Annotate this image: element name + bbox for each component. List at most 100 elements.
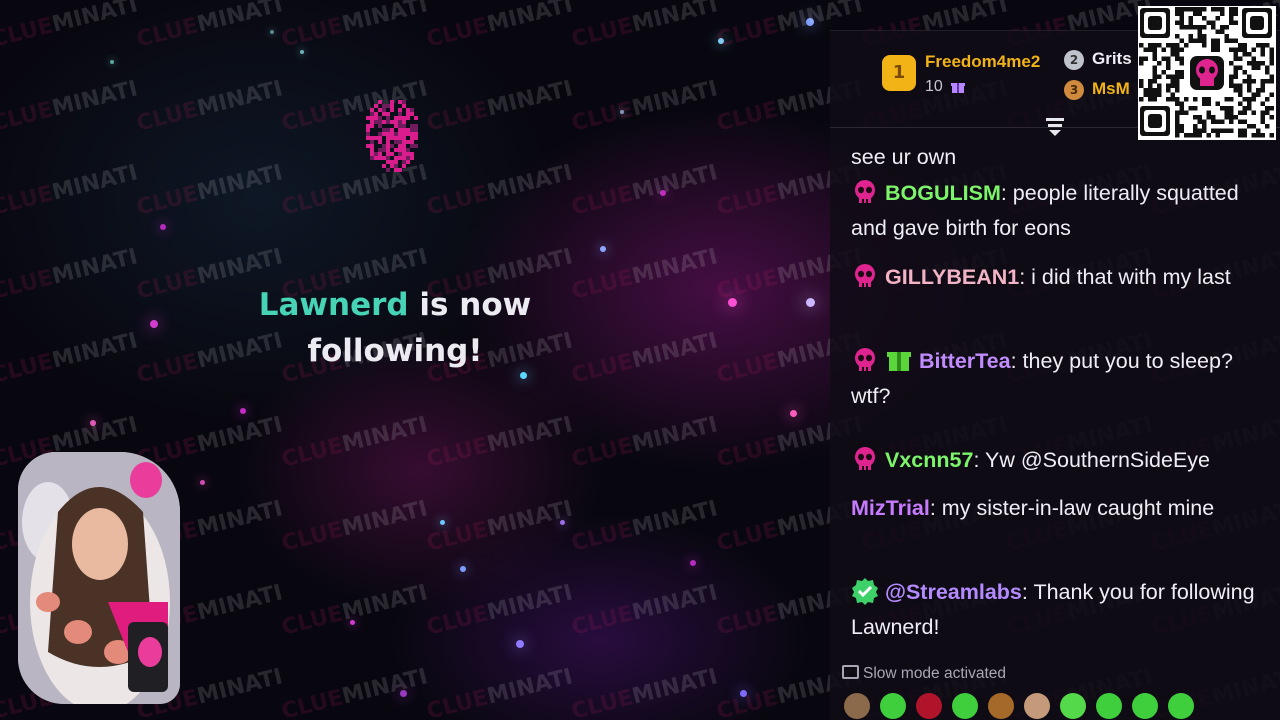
particle	[350, 620, 355, 625]
rank-3-badge: 3	[1064, 80, 1084, 100]
follower-name: Lawnerd	[258, 287, 409, 323]
watermark-tile: CLUEMINATI	[424, 0, 576, 53]
chat-username[interactable]: BitterTea	[919, 349, 1011, 373]
particle	[728, 298, 737, 307]
chat-username[interactable]: Vxcnn57	[885, 448, 973, 472]
chat-message: Vxcnn57: Yw @SouthernSideEye	[851, 443, 1256, 478]
skull-badge-icon	[851, 346, 879, 374]
leaderboard-third-name[interactable]: MsM	[1092, 79, 1130, 99]
watermark-tile: CLUEMINATI	[569, 244, 721, 305]
chat-message: BitterTea: they put you to sleep? wtf?	[851, 344, 1256, 414]
watermark-tile: CLUEMINATI	[569, 664, 721, 720]
alert-text-line2: following!	[307, 333, 483, 369]
watermark-tile: CLUEMINATI	[279, 580, 431, 641]
particle	[150, 320, 158, 328]
gift-sub-icon	[885, 346, 913, 374]
chat-message: BOGULISM: people literally squatted and …	[851, 176, 1256, 246]
particle	[806, 298, 815, 307]
chat-username[interactable]: BOGULISM	[885, 181, 1001, 205]
watermark-tile: CLUEMINATI	[569, 496, 721, 557]
chat-text: : my sister-in-law caught mine	[929, 496, 1215, 520]
watermark-tile: CLUEMINATI	[569, 580, 721, 641]
webcam-feed	[18, 452, 180, 704]
skull-badge-icon	[851, 262, 879, 290]
chat-message-partial: see ur own	[851, 145, 957, 169]
sort-icon[interactable]	[1044, 115, 1066, 137]
gift-icon	[951, 83, 965, 93]
streamer-image	[18, 452, 180, 704]
watermark-tile: CLUEMINATI	[424, 580, 576, 641]
particle	[460, 566, 466, 572]
leaderboard-second-name[interactable]: Grits	[1092, 49, 1132, 69]
particle	[300, 50, 304, 54]
frog-emote[interactable]	[1096, 693, 1122, 719]
rank-1-badge: 1	[882, 55, 916, 91]
watermark-tile: CLUEMINATI	[569, 412, 721, 473]
frog-emote[interactable]	[1132, 693, 1158, 719]
particle	[240, 408, 246, 414]
watermark-tile: CLUEMINATI	[424, 76, 576, 137]
chat-username[interactable]: GILLYBEAN1	[885, 265, 1019, 289]
watermark-tile: CLUEMINATI	[0, 244, 141, 305]
watermark-tile: CLUEMINATI	[569, 160, 721, 221]
particle	[620, 110, 624, 114]
watermark-tile: CLUEMINATI	[134, 160, 286, 221]
watermark-tile: CLUEMINATI	[279, 496, 431, 557]
watermark-tile: CLUEMINATI	[569, 328, 721, 389]
particle	[690, 560, 696, 566]
particle	[806, 18, 814, 26]
chat-message: @Streamlabs: Thank you for following Law…	[851, 575, 1256, 645]
stream-overlay: CLUEMINATI CLUEMINATI CLUEMINATI CLUEMINATI…	[0, 0, 1280, 720]
chat-message: MizTrial: my sister-in-law caught mine	[851, 491, 1256, 526]
particle	[516, 640, 524, 648]
particle	[790, 410, 797, 417]
watermark-tile: CLUEMINATI	[0, 76, 141, 137]
leaderboard-first-count: 10	[925, 78, 943, 95]
frog-emote[interactable]	[880, 693, 906, 719]
frog-emote[interactable]	[952, 693, 978, 719]
alert-text-line1: is now	[408, 287, 532, 323]
watermark-tile: CLUEMINATI	[279, 412, 431, 473]
watermark-tile: CLUEMINATI	[569, 76, 721, 137]
particle	[740, 690, 747, 697]
watermark-tile: CLUEMINATI	[279, 0, 431, 53]
slow-mode-text: Slow mode activated	[863, 665, 1007, 682]
watermark-tile: CLUEMINATI	[424, 412, 576, 473]
chat-username[interactable]: MizTrial	[851, 496, 930, 520]
follow-alert: Lawnerd is now following!	[230, 282, 560, 374]
particle	[440, 520, 445, 525]
watermark-tile: CLUEMINATI	[134, 0, 286, 53]
watermark-tile: CLUEMINATI	[424, 664, 576, 720]
cat-emote[interactable]	[844, 693, 870, 719]
particle	[110, 60, 114, 64]
watermark-tile: CLUEMINATI	[0, 328, 141, 389]
verified-icon	[851, 577, 879, 605]
particle	[660, 190, 666, 196]
watermark-tile: CLUEMINATI	[569, 0, 721, 53]
figure-emote[interactable]	[1024, 693, 1050, 719]
particle	[718, 38, 724, 44]
chat-text: : i did that with my last	[1019, 265, 1231, 289]
watermark-tile: CLUEMINATI	[424, 496, 576, 557]
skull-badge-icon	[851, 178, 879, 206]
box-emote[interactable]	[988, 693, 1014, 719]
frog-emote[interactable]	[1168, 693, 1194, 719]
particle	[90, 420, 96, 426]
qr-code[interactable]	[1138, 6, 1276, 140]
particle	[200, 480, 205, 485]
leaderboard-first-name[interactable]: Freedom4me2	[925, 52, 1040, 72]
particle	[560, 520, 565, 525]
particle	[600, 246, 606, 252]
watermark-tile: CLUEMINATI	[134, 76, 286, 137]
pixel-skull-icon	[366, 100, 418, 172]
frog-halo-emote[interactable]	[1060, 693, 1086, 719]
red-emote[interactable]	[916, 693, 942, 719]
chat-username[interactable]: @Streamlabs	[885, 580, 1022, 604]
slow-mode-notice: Slow mode activated	[842, 665, 1006, 683]
chat-text: : Yw @SouthernSideEye	[973, 448, 1211, 472]
watermark-tile: CLUEMINATI	[0, 160, 141, 221]
particle	[400, 690, 407, 697]
skull-badge-icon	[851, 445, 879, 473]
watermark-tile: CLUEMINATI	[0, 0, 141, 53]
particle	[160, 224, 166, 230]
